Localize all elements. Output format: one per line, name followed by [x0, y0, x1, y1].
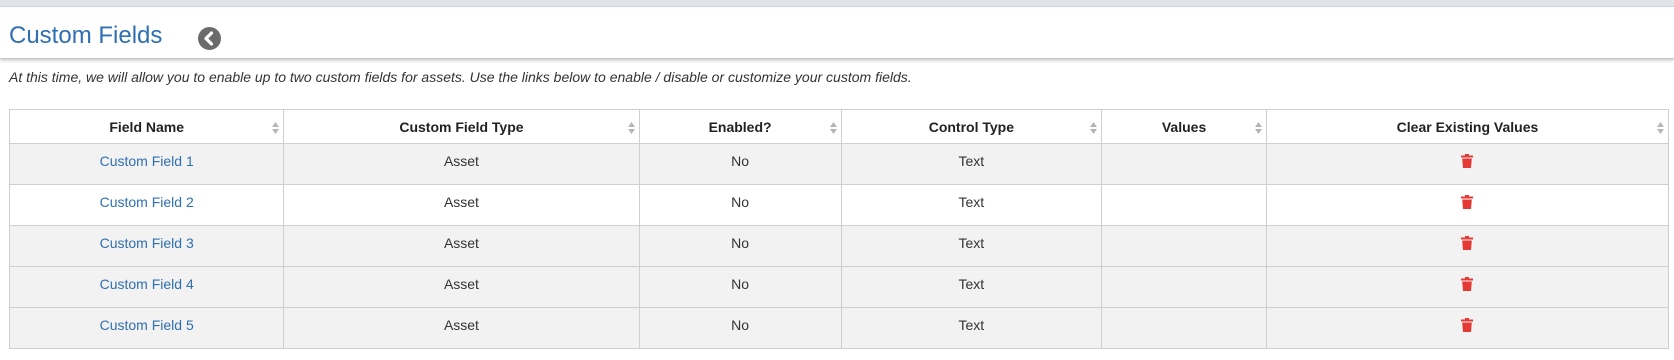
sort-icon: [1090, 122, 1098, 134]
sort-icon: [1657, 122, 1664, 134]
column-header-label: Clear Existing Values: [1396, 118, 1539, 135]
custom-field-type-cell: Asset: [283, 143, 640, 185]
field-name-cell: Custom Field 5: [8, 307, 285, 349]
top-strip: [0, 0, 1674, 7]
field-name-cell: Custom Field 2: [8, 184, 285, 226]
sort-icon: [829, 122, 837, 134]
enabled-cell: No: [638, 266, 842, 308]
clear-values-cell: [1265, 184, 1670, 226]
custom-fields-table: Field Name Custom Field Type Enabled? Co…: [8, 109, 1670, 349]
table-row: Custom Field 1 Asset No Text: [8, 143, 1670, 185]
custom-field-type-cell: Asset: [283, 184, 640, 226]
custom-field-link[interactable]: Custom Field 2: [100, 194, 194, 210]
enabled-cell: No: [638, 143, 842, 185]
control-type-cell: Text: [840, 307, 1103, 349]
table-row: Custom Field 4 Asset No Text: [8, 266, 1670, 308]
table-row: Custom Field 5 Asset No Text: [8, 307, 1670, 349]
control-type-cell: Text: [840, 143, 1103, 185]
table-row: Custom Field 2 Asset No Text: [8, 184, 1670, 226]
enabled-cell: No: [638, 225, 842, 267]
control-type-cell: Text: [840, 225, 1103, 267]
back-button[interactable]: [198, 27, 221, 50]
clear-values-cell: [1265, 225, 1670, 267]
column-header-clear-existing-values[interactable]: Clear Existing Values: [1265, 109, 1670, 144]
trash-icon[interactable]: [1461, 195, 1474, 209]
trash-icon[interactable]: [1461, 277, 1474, 291]
enabled-cell: No: [638, 184, 842, 226]
table-header-row: Field Name Custom Field Type Enabled? Co…: [8, 109, 1670, 144]
column-header-enabled[interactable]: Enabled?: [638, 109, 842, 144]
enabled-cell: No: [638, 307, 842, 349]
column-header-label: Values: [1161, 118, 1207, 135]
custom-field-link[interactable]: Custom Field 1: [100, 153, 194, 169]
chevron-left-circle-icon: [204, 31, 214, 46]
column-header-label: Field Name: [109, 118, 185, 135]
trash-icon[interactable]: [1461, 318, 1474, 332]
values-cell: [1101, 266, 1267, 308]
field-name-cell: Custom Field 1: [8, 143, 285, 185]
page-header: Custom Fields: [0, 10, 1674, 59]
custom-field-type-cell: Asset: [283, 307, 640, 349]
column-header-control-type[interactable]: Control Type: [840, 109, 1103, 144]
clear-values-cell: [1265, 266, 1670, 308]
column-header-custom-field-type[interactable]: Custom Field Type: [283, 109, 640, 144]
clear-values-cell: [1265, 307, 1670, 349]
sort-icon: [1254, 122, 1262, 134]
column-header-label: Enabled?: [708, 118, 772, 135]
custom-field-type-cell: Asset: [283, 225, 640, 267]
values-cell: [1101, 184, 1267, 226]
column-header-label: Control Type: [928, 118, 1015, 135]
page-description: At this time, we will allow you to enabl…: [9, 69, 912, 85]
values-cell: [1101, 143, 1267, 185]
sort-icon: [627, 122, 635, 134]
table-row: Custom Field 3 Asset No Text: [8, 225, 1670, 267]
sort-icon: [272, 122, 280, 134]
column-header-values[interactable]: Values: [1101, 109, 1267, 144]
custom-field-type-cell: Asset: [283, 266, 640, 308]
column-header-field-name[interactable]: Field Name: [8, 109, 285, 144]
field-name-cell: Custom Field 3: [8, 225, 285, 267]
column-header-label: Custom Field Type: [399, 118, 524, 135]
trash-icon[interactable]: [1461, 236, 1474, 250]
trash-icon[interactable]: [1461, 154, 1474, 168]
custom-field-link[interactable]: Custom Field 5: [100, 317, 194, 333]
values-cell: [1101, 225, 1267, 267]
control-type-cell: Text: [840, 184, 1103, 226]
control-type-cell: Text: [840, 266, 1103, 308]
custom-field-link[interactable]: Custom Field 3: [100, 235, 194, 251]
field-name-cell: Custom Field 4: [8, 266, 285, 308]
values-cell: [1101, 307, 1267, 349]
custom-field-link[interactable]: Custom Field 4: [100, 276, 194, 292]
clear-values-cell: [1265, 143, 1670, 185]
page-title: Custom Fields: [9, 22, 163, 49]
